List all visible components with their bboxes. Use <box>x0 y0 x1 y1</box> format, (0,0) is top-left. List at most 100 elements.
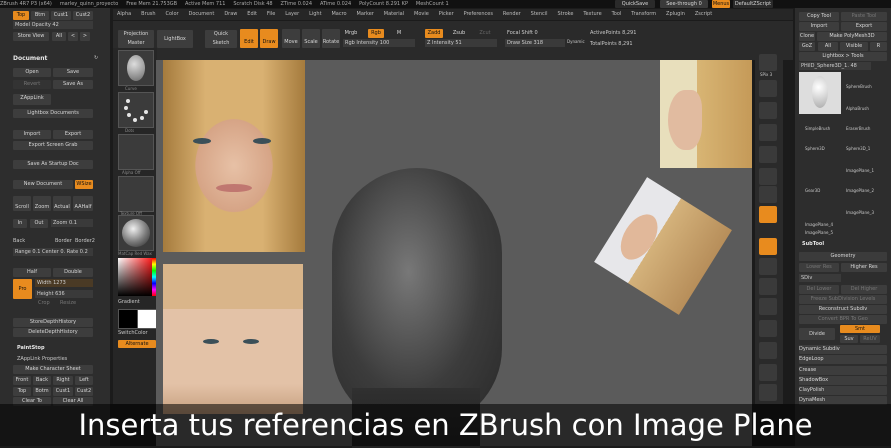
front-button[interactable]: Front <box>13 376 31 385</box>
export-button[interactable]: Export <box>53 130 93 139</box>
higher-res-button[interactable]: Higher Res <box>841 263 887 272</box>
alternate-button[interactable]: Alternate <box>118 340 156 348</box>
zcut-button[interactable]: Zcut <box>476 29 494 38</box>
zoom-button[interactable]: Zoom <box>33 196 51 211</box>
top-view-button[interactable]: Top <box>13 387 31 396</box>
color-picker[interactable] <box>118 258 156 296</box>
paste-tool-button[interactable]: Paste Tool <box>841 12 887 21</box>
make-polymesh3d-button[interactable]: Make PolyMesh3D <box>817 32 887 41</box>
tool-preview-main[interactable] <box>799 72 841 114</box>
switchcolor-label[interactable]: SwitchColor <box>118 330 148 336</box>
quicksave-button[interactable]: QuickSave <box>615 0 655 8</box>
zadd-button[interactable]: Zadd <box>425 29 443 38</box>
transp-icon[interactable] <box>759 384 777 401</box>
menu-render[interactable]: Render <box>503 11 521 17</box>
menu-layer[interactable]: Layer <box>285 11 299 17</box>
save-as-startup-doc-button[interactable]: Save As Startup Doc <box>13 160 93 169</box>
paintstop-title[interactable]: PaintStop <box>17 345 45 351</box>
xyz-icon[interactable] <box>759 238 777 255</box>
sdiv-slider[interactable]: SDiv <box>799 274 841 282</box>
tool-label-imageplane-1[interactable]: ImagePlane_1 <box>846 168 874 173</box>
left-button[interactable]: Left <box>75 376 93 385</box>
m-button[interactable]: M <box>393 29 405 38</box>
tool-label-gear3d[interactable]: Gear3D <box>805 188 820 193</box>
menu-file[interactable]: File <box>267 11 275 17</box>
menu-brush[interactable]: Brush <box>141 11 155 17</box>
wsize-button[interactable]: WSize <box>75 180 93 189</box>
menu-material[interactable]: Material <box>384 11 404 17</box>
reference-image-front[interactable] <box>163 60 305 252</box>
menu-movie[interactable]: Movie <box>414 11 429 17</box>
tool-label-spherebrush[interactable]: SphereBrush <box>846 84 872 89</box>
lower-res-button[interactable]: Lower Res <box>799 263 839 272</box>
menu-stroke[interactable]: Stroke <box>557 11 573 17</box>
visible-button[interactable]: Visible <box>840 42 868 51</box>
menu-zplugin[interactable]: Zplugin <box>666 11 685 17</box>
del-lower-button[interactable]: Del Lower <box>799 285 839 294</box>
scroll-button[interactable]: Scroll <box>13 196 31 211</box>
rgb-intensity-slider[interactable]: Rgb Intensity 100 <box>343 39 415 47</box>
arrow-right-button[interactable]: > <box>80 32 90 41</box>
menu-color[interactable]: Color <box>166 11 179 17</box>
tool-label-sphere3d[interactable]: Sphere3D <box>805 146 825 151</box>
rotate-button[interactable]: Rotate <box>322 29 340 48</box>
all-button[interactable]: All <box>52 32 66 41</box>
dynamic-toggle[interactable]: Dynamic <box>567 39 585 44</box>
main-color-swatch[interactable] <box>118 309 138 329</box>
r-button[interactable]: R <box>870 42 887 51</box>
mrgb-button[interactable]: Mrgb <box>343 29 359 38</box>
menus-button[interactable]: Menus <box>712 0 730 8</box>
menu-texture[interactable]: Texture <box>583 11 601 17</box>
geometry-section-title[interactable]: Geometry <box>799 252 887 261</box>
back-view-button[interactable]: Back <box>33 376 51 385</box>
aahalf-icon[interactable] <box>759 146 777 163</box>
draw-size-slider[interactable]: Draw Size 318 <box>505 39 565 47</box>
move-button[interactable]: Move <box>282 29 300 48</box>
persp-icon[interactable] <box>759 168 777 185</box>
lightbox-documents-button[interactable]: Lightbox Documents <box>13 109 93 118</box>
divide-button[interactable]: Divide <box>799 328 835 340</box>
tool-label-imageplane-4[interactable]: ImagePlane_4 <box>805 222 833 227</box>
tool-label-sphere3d-1[interactable]: Sphere3D_1 <box>846 146 870 151</box>
suv-toggle[interactable]: Suv <box>840 335 858 343</box>
reconstruct-subdiv-button[interactable]: Reconstruct Subdiv <box>799 305 887 314</box>
reference-image-braid[interactable] <box>163 264 303 414</box>
alpha-thumbnail[interactable] <box>118 134 154 170</box>
quick-sketch-button[interactable]: Quick Sketch <box>205 30 237 48</box>
zoom-in-button[interactable]: In <box>13 219 27 228</box>
border-label[interactable]: Border <box>55 238 72 244</box>
resize-label[interactable]: Resize <box>60 300 76 306</box>
spix-label[interactable]: SPix 3 <box>760 72 772 77</box>
menu-preferences[interactable]: Preferences <box>464 11 493 17</box>
claypolish-item[interactable]: ClayPolish <box>799 386 887 395</box>
edit-button[interactable]: Edit <box>240 29 258 48</box>
border2-label[interactable]: Border2 <box>75 238 95 244</box>
zoom-icon[interactable] <box>759 102 777 119</box>
back-label[interactable]: Back <box>13 238 25 244</box>
model-opacity-slider[interactable]: Model Opacity 42 <box>13 21 93 29</box>
brush-thumbnail[interactable] <box>118 50 154 86</box>
menu-alpha[interactable]: Alpha <box>117 11 131 17</box>
seethrough-slider[interactable]: See-through 0 <box>660 0 708 8</box>
frame-icon[interactable] <box>759 278 777 295</box>
tab-top[interactable]: Top <box>13 11 29 20</box>
menu-document[interactable]: Document <box>188 11 214 17</box>
cust2-view-button[interactable]: Cust2 <box>75 387 93 396</box>
lightbox-button[interactable]: LightBox <box>157 30 193 48</box>
copy-tool-button[interactable]: Copy Tool <box>799 12 839 21</box>
tool-label-imageplane-5[interactable]: ImagePlane_5 <box>805 230 833 235</box>
current-tool-slider[interactable]: PHiID_Sphere3D_1. 48 <box>799 62 871 70</box>
dynamic-subdiv-item[interactable]: Dynamic Subdiv <box>799 345 887 354</box>
menu-light[interactable]: Light <box>309 11 321 17</box>
secondary-color-swatch[interactable] <box>137 309 157 329</box>
lightbox-tools-button[interactable]: Lightbox > Tools <box>799 52 887 61</box>
polyf-icon[interactable] <box>759 364 777 381</box>
subtool-section-title[interactable]: SubTool <box>802 241 824 247</box>
menu-draw[interactable]: Draw <box>224 11 237 17</box>
zapplink-properties-title[interactable]: ZAppLink Properties <box>17 356 67 362</box>
menu-zscript[interactable]: Zscript <box>695 11 712 17</box>
menu-tool[interactable]: Tool <box>612 11 622 17</box>
scale-button[interactable]: Scale <box>302 29 320 48</box>
revert-button[interactable]: Revert <box>13 80 51 89</box>
convert-bpr-button[interactable]: Convert BPR To Geo <box>799 315 887 324</box>
